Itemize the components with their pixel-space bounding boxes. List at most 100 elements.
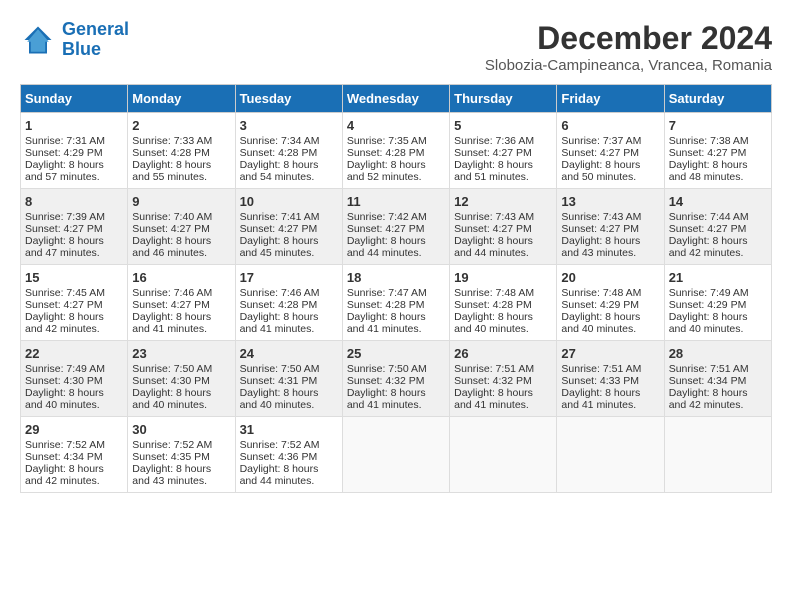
- day-number: 11: [347, 194, 445, 209]
- week-row-1: 1Sunrise: 7:31 AMSunset: 4:29 PMDaylight…: [21, 113, 772, 189]
- calendar-cell: 8Sunrise: 7:39 AMSunset: 4:27 PMDaylight…: [21, 189, 128, 265]
- sunset-line: Sunset: 4:28 PM: [240, 147, 338, 159]
- calendar-cell: 4Sunrise: 7:35 AMSunset: 4:28 PMDaylight…: [342, 113, 449, 189]
- daylight-line: Daylight: 8 hours and 50 minutes.: [561, 159, 659, 183]
- sunset-line: Sunset: 4:30 PM: [25, 375, 123, 387]
- logo-text: General Blue: [62, 20, 129, 60]
- daylight-line: Daylight: 8 hours and 41 minutes.: [561, 387, 659, 411]
- calendar-cell: 9Sunrise: 7:40 AMSunset: 4:27 PMDaylight…: [128, 189, 235, 265]
- sunset-line: Sunset: 4:32 PM: [454, 375, 552, 387]
- calendar-cell: 31Sunrise: 7:52 AMSunset: 4:36 PMDayligh…: [235, 417, 342, 493]
- day-number: 24: [240, 346, 338, 361]
- calendar-cell: [450, 417, 557, 493]
- calendar-cell: 2Sunrise: 7:33 AMSunset: 4:28 PMDaylight…: [128, 113, 235, 189]
- daylight-line: Daylight: 8 hours and 44 minutes.: [240, 463, 338, 487]
- daylight-line: Daylight: 8 hours and 51 minutes.: [454, 159, 552, 183]
- sunrise-line: Sunrise: 7:44 AM: [669, 211, 767, 223]
- sunset-line: Sunset: 4:35 PM: [132, 451, 230, 463]
- daylight-line: Daylight: 8 hours and 41 minutes.: [132, 311, 230, 335]
- sunrise-line: Sunrise: 7:41 AM: [240, 211, 338, 223]
- day-number: 10: [240, 194, 338, 209]
- sunset-line: Sunset: 4:27 PM: [454, 223, 552, 235]
- sunrise-line: Sunrise: 7:31 AM: [25, 135, 123, 147]
- sunrise-line: Sunrise: 7:49 AM: [25, 363, 123, 375]
- sunset-line: Sunset: 4:27 PM: [669, 147, 767, 159]
- sunrise-line: Sunrise: 7:36 AM: [454, 135, 552, 147]
- day-number: 31: [240, 422, 338, 437]
- header-thursday: Thursday: [450, 85, 557, 113]
- day-number: 15: [25, 270, 123, 285]
- calendar-cell: 22Sunrise: 7:49 AMSunset: 4:30 PMDayligh…: [21, 341, 128, 417]
- week-row-2: 8Sunrise: 7:39 AMSunset: 4:27 PMDaylight…: [21, 189, 772, 265]
- sunrise-line: Sunrise: 7:51 AM: [669, 363, 767, 375]
- header-sunday: Sunday: [21, 85, 128, 113]
- calendar-cell: 25Sunrise: 7:50 AMSunset: 4:32 PMDayligh…: [342, 341, 449, 417]
- day-number: 30: [132, 422, 230, 437]
- header-row: SundayMondayTuesdayWednesdayThursdayFrid…: [21, 85, 772, 113]
- sunrise-line: Sunrise: 7:37 AM: [561, 135, 659, 147]
- logo-icon: [20, 22, 56, 58]
- sunset-line: Sunset: 4:28 PM: [132, 147, 230, 159]
- sunrise-line: Sunrise: 7:34 AM: [240, 135, 338, 147]
- day-number: 4: [347, 118, 445, 133]
- calendar-cell: 29Sunrise: 7:52 AMSunset: 4:34 PMDayligh…: [21, 417, 128, 493]
- sunrise-line: Sunrise: 7:52 AM: [25, 439, 123, 451]
- calendar-table: SundayMondayTuesdayWednesdayThursdayFrid…: [20, 84, 772, 493]
- sunrise-line: Sunrise: 7:48 AM: [561, 287, 659, 299]
- logo-line1: General: [62, 19, 129, 39]
- sunset-line: Sunset: 4:28 PM: [347, 299, 445, 311]
- sunset-line: Sunset: 4:29 PM: [25, 147, 123, 159]
- calendar-cell: [664, 417, 771, 493]
- sunrise-line: Sunrise: 7:33 AM: [132, 135, 230, 147]
- sunrise-line: Sunrise: 7:46 AM: [132, 287, 230, 299]
- day-number: 25: [347, 346, 445, 361]
- calendar-cell: 28Sunrise: 7:51 AMSunset: 4:34 PMDayligh…: [664, 341, 771, 417]
- sunset-line: Sunset: 4:27 PM: [669, 223, 767, 235]
- daylight-line: Daylight: 8 hours and 57 minutes.: [25, 159, 123, 183]
- page-header: General Blue December 2024 Slobozia-Camp…: [20, 20, 772, 74]
- sunrise-line: Sunrise: 7:43 AM: [454, 211, 552, 223]
- day-number: 29: [25, 422, 123, 437]
- sunset-line: Sunset: 4:30 PM: [132, 375, 230, 387]
- day-number: 12: [454, 194, 552, 209]
- calendar-cell: [342, 417, 449, 493]
- header-monday: Monday: [128, 85, 235, 113]
- daylight-line: Daylight: 8 hours and 41 minutes.: [347, 387, 445, 411]
- sunset-line: Sunset: 4:29 PM: [669, 299, 767, 311]
- sunrise-line: Sunrise: 7:46 AM: [240, 287, 338, 299]
- day-number: 28: [669, 346, 767, 361]
- day-number: 5: [454, 118, 552, 133]
- daylight-line: Daylight: 8 hours and 54 minutes.: [240, 159, 338, 183]
- header-tuesday: Tuesday: [235, 85, 342, 113]
- daylight-line: Daylight: 8 hours and 55 minutes.: [132, 159, 230, 183]
- day-number: 14: [669, 194, 767, 209]
- day-number: 23: [132, 346, 230, 361]
- sunset-line: Sunset: 4:27 PM: [454, 147, 552, 159]
- calendar-cell: 16Sunrise: 7:46 AMSunset: 4:27 PMDayligh…: [128, 265, 235, 341]
- sunset-line: Sunset: 4:31 PM: [240, 375, 338, 387]
- daylight-line: Daylight: 8 hours and 47 minutes.: [25, 235, 123, 259]
- day-number: 8: [25, 194, 123, 209]
- title-block: December 2024 Slobozia-Campineanca, Vran…: [485, 20, 772, 74]
- calendar-cell: 21Sunrise: 7:49 AMSunset: 4:29 PMDayligh…: [664, 265, 771, 341]
- week-row-3: 15Sunrise: 7:45 AMSunset: 4:27 PMDayligh…: [21, 265, 772, 341]
- day-number: 20: [561, 270, 659, 285]
- calendar-cell: 15Sunrise: 7:45 AMSunset: 4:27 PMDayligh…: [21, 265, 128, 341]
- calendar-cell: 20Sunrise: 7:48 AMSunset: 4:29 PMDayligh…: [557, 265, 664, 341]
- page-subtitle: Slobozia-Campineanca, Vrancea, Romania: [485, 57, 772, 74]
- sunset-line: Sunset: 4:36 PM: [240, 451, 338, 463]
- daylight-line: Daylight: 8 hours and 40 minutes.: [240, 387, 338, 411]
- daylight-line: Daylight: 8 hours and 42 minutes.: [25, 311, 123, 335]
- sunrise-line: Sunrise: 7:52 AM: [132, 439, 230, 451]
- daylight-line: Daylight: 8 hours and 46 minutes.: [132, 235, 230, 259]
- day-number: 22: [25, 346, 123, 361]
- daylight-line: Daylight: 8 hours and 42 minutes.: [669, 235, 767, 259]
- daylight-line: Daylight: 8 hours and 41 minutes.: [240, 311, 338, 335]
- sunset-line: Sunset: 4:33 PM: [561, 375, 659, 387]
- header-wednesday: Wednesday: [342, 85, 449, 113]
- daylight-line: Daylight: 8 hours and 40 minutes.: [132, 387, 230, 411]
- week-row-4: 22Sunrise: 7:49 AMSunset: 4:30 PMDayligh…: [21, 341, 772, 417]
- sunrise-line: Sunrise: 7:35 AM: [347, 135, 445, 147]
- calendar-cell: 30Sunrise: 7:52 AMSunset: 4:35 PMDayligh…: [128, 417, 235, 493]
- daylight-line: Daylight: 8 hours and 42 minutes.: [669, 387, 767, 411]
